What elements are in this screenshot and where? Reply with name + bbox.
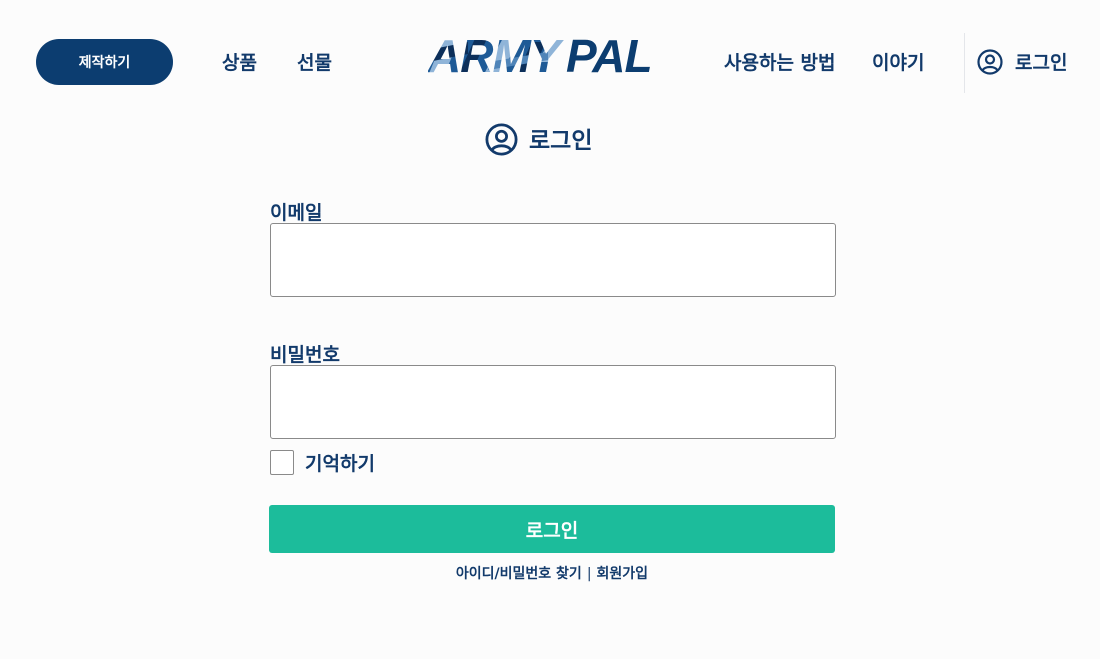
account-links: 아이디/비밀번호 찾기 | 회원가입 (0, 563, 1100, 583)
header-divider (964, 33, 965, 93)
signup-link[interactable]: 회원가입 (597, 566, 649, 582)
user-circle-icon (485, 123, 518, 156)
password-field[interactable] (270, 365, 836, 439)
armypal-logo[interactable]: ARMY PAL (428, 32, 654, 76)
login-submit-button[interactable]: 로그인 (269, 505, 835, 553)
remember-label: 기억하기 (305, 453, 375, 475)
email-field[interactable] (270, 223, 836, 297)
password-label: 비밀번호 (270, 344, 340, 366)
find-id-password-link[interactable]: 아이디/비밀번호 찾기 (456, 566, 582, 582)
remember-me[interactable]: 기억하기 (270, 449, 375, 476)
email-label: 이메일 (270, 202, 323, 224)
login-title: 로그인 (485, 123, 592, 156)
nav-item-gifts[interactable]: 선물 (297, 48, 332, 75)
header-login-label: 로그인 (1015, 52, 1068, 74)
link-separator: | (586, 566, 592, 582)
login-title-text: 로그인 (529, 127, 593, 154)
nav-item-products[interactable]: 상품 (222, 48, 257, 75)
site-header: 제작하기 상품 선물 ARMY PAL 사용하는 방법 이야기 로그인 (0, 0, 1100, 100)
make-button[interactable]: 제작하기 (36, 39, 173, 85)
user-circle-icon (977, 48, 1003, 75)
svg-text:PAL: PAL (566, 32, 652, 76)
nav-item-stories[interactable]: 이야기 (872, 48, 924, 75)
remember-checkbox[interactable] (270, 450, 294, 475)
nav-item-how-to-use[interactable]: 사용하는 방법 (724, 48, 836, 75)
header-login-link[interactable]: 로그인 (977, 48, 1067, 75)
